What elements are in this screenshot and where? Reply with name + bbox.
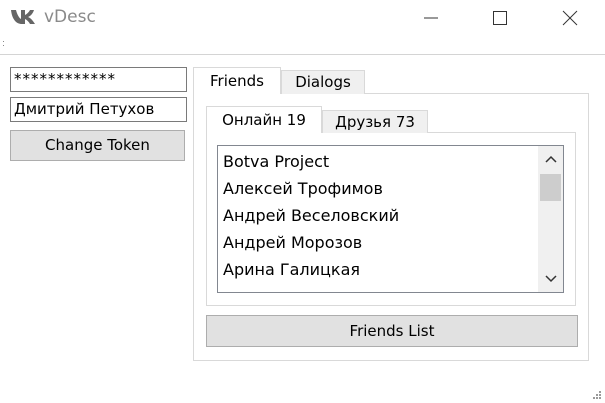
- tab-friends[interactable]: Friends: [193, 67, 281, 94]
- window-title: vDesc: [44, 7, 96, 27]
- tab-dialogs[interactable]: Dialogs: [281, 70, 365, 94]
- maximize-icon: [493, 11, 507, 25]
- minimize-button[interactable]: [408, 0, 454, 36]
- scroll-thumb[interactable]: [540, 174, 561, 201]
- list-item[interactable]: Алексей Трофимов: [223, 175, 383, 202]
- friends-list-button[interactable]: Friends List: [206, 315, 578, 347]
- close-button[interactable]: [547, 0, 593, 36]
- token-field[interactable]: ************: [10, 67, 187, 92]
- tab-friends-count[interactable]: Друзья 73: [322, 110, 428, 133]
- list-item[interactable]: Botva Project: [223, 148, 329, 175]
- resize-grip-icon[interactable]: [592, 390, 602, 400]
- scroll-up-button[interactable]: [538, 146, 563, 172]
- chevron-up-icon: [544, 155, 557, 163]
- list-item[interactable]: Арина Галицкая: [223, 256, 360, 283]
- minimize-icon: [424, 17, 438, 19]
- maximize-button[interactable]: [477, 0, 523, 36]
- vk-logo-icon: [11, 10, 35, 24]
- user-name-field[interactable]: Дмитрий Петухов: [10, 97, 187, 122]
- list-item[interactable]: Андрей Веселовский: [223, 202, 399, 229]
- friends-listbox[interactable]: Botva Project Алексей Трофимов Андрей Ве…: [217, 145, 564, 293]
- chevron-down-icon: [544, 275, 557, 283]
- scroll-down-button[interactable]: [538, 266, 563, 292]
- list-item[interactable]: Андрей Морозов: [223, 229, 362, 256]
- title-bar: vDesc: [0, 0, 605, 36]
- change-token-button[interactable]: Change Token: [10, 130, 185, 161]
- tab-online[interactable]: Онлайн 19: [206, 106, 322, 133]
- separator: [0, 54, 605, 55]
- close-icon: [562, 10, 578, 26]
- toolbar-grip-icon: [3, 41, 4, 46]
- vertical-scrollbar[interactable]: [538, 146, 563, 292]
